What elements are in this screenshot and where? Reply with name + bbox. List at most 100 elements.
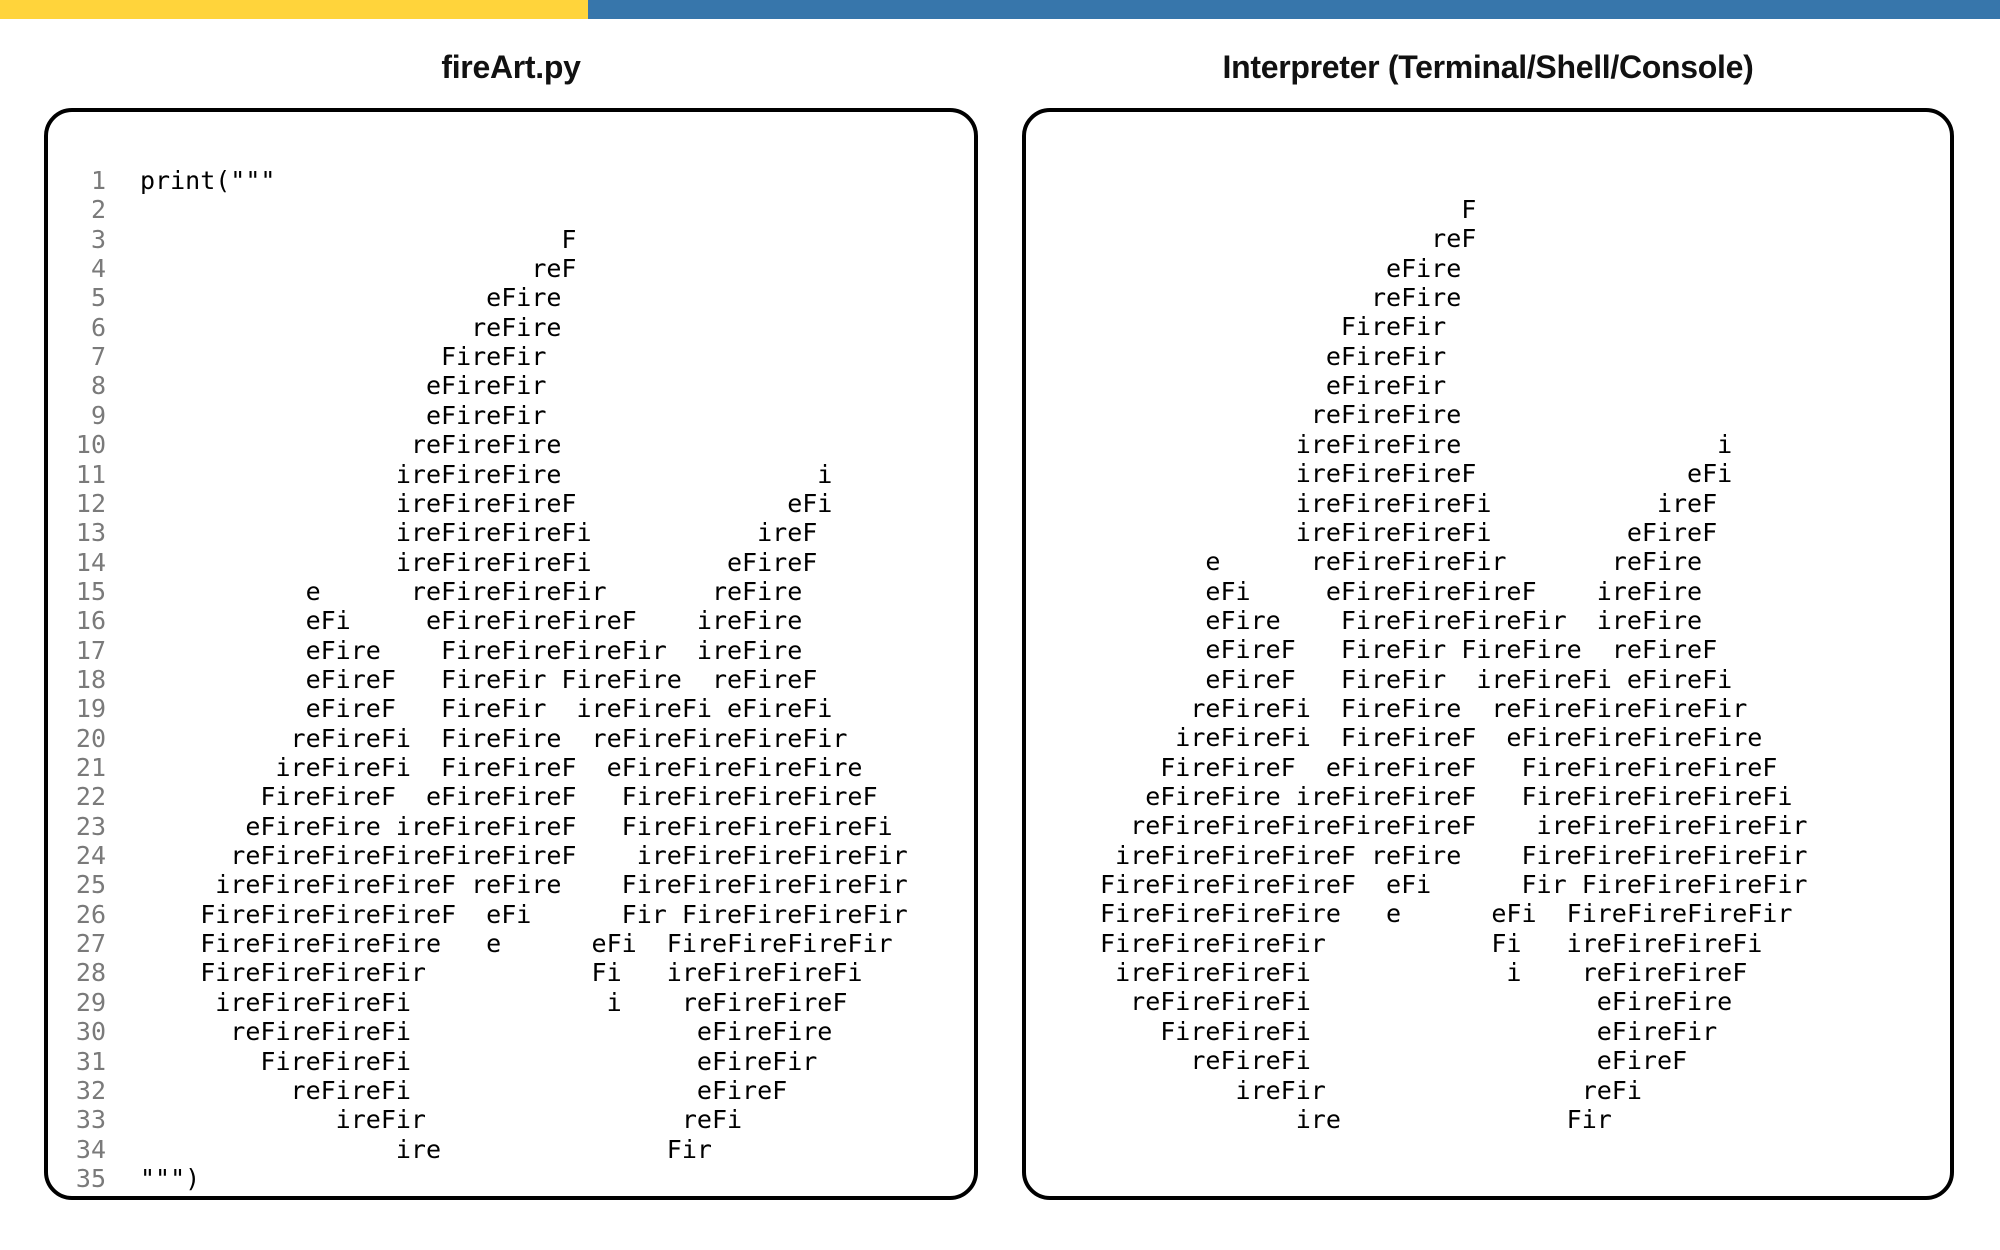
code-text: FireFireFi eFireFir (140, 1046, 818, 1076)
code-text: F (140, 224, 577, 254)
line-number: 28 (75, 958, 106, 988)
editor-line[interactable]: 19 eFireF FireFir ireFireFi eFireFi (48, 694, 974, 723)
editor-line[interactable]: 34 ire Fir (48, 1135, 974, 1164)
editor-line[interactable]: 2 (48, 195, 974, 224)
editor-line[interactable]: 29 ireFireFireFi i reFireFireF (48, 988, 974, 1017)
code-text: eFireFir (140, 371, 547, 401)
editor-line[interactable]: 3 F (48, 225, 974, 254)
code-text: FireFir (140, 342, 547, 372)
accent-bar-blue (588, 0, 2000, 19)
editor-line[interactable]: 24 reFireFireFireFireFireF ireFireFireFi… (48, 841, 974, 870)
editor-line[interactable]: 22 FireFireF eFireFireF FireFireFireFire… (48, 782, 974, 811)
console-line: reFireFireFi eFireFire (1085, 987, 1733, 1017)
editor-line[interactable]: 9 eFireFir (48, 401, 974, 430)
code-text: eFireFir (140, 400, 547, 430)
line-number: 7 (90, 342, 106, 372)
editor-line[interactable]: 30 reFireFireFi eFireFire (48, 1017, 974, 1046)
editor-line[interactable]: 28 FireFireFireFir Fi ireFireFireFi (48, 958, 974, 987)
line-number: 21 (75, 753, 106, 782)
code-text: eFire (140, 283, 562, 313)
editor-line[interactable]: 4 reF (48, 254, 974, 283)
code-text: reFireFi eFireF (140, 1075, 788, 1105)
editor-line[interactable]: 31 FireFireFi eFireFir (48, 1047, 974, 1076)
code-text: """) (140, 1163, 201, 1193)
console-line: reFireFi eFireF (1085, 1046, 1688, 1076)
editor-line[interactable]: 1 print(""" (48, 166, 974, 195)
console-line: eFire FireFireFireFir ireFire (1085, 605, 1703, 635)
console-line: ireFireFireF eFi (1085, 459, 1733, 489)
editor-line[interactable]: 35 """) (48, 1164, 974, 1193)
editor-line[interactable]: 5 eFire (48, 283, 974, 312)
code-text: FireFireF eFireFireF FireFireFireFireF (140, 782, 878, 812)
editor-line[interactable]: 26 FireFireFireFireF eFi Fir FireFireFir… (48, 900, 974, 929)
console-line: ireFir reFi (1085, 1075, 1642, 1105)
editor-line[interactable]: 32 reFireFi eFireF (48, 1076, 974, 1105)
console-line: FireFireF eFireFireF FireFireFireFireF (1085, 752, 1778, 782)
line-number: 33 (75, 1105, 106, 1135)
console-line: ire Fir (1085, 1104, 1612, 1134)
code-text: eFire FireFireFireFir ireFire (140, 635, 803, 665)
line-number: 35 (75, 1163, 106, 1193)
line-number: 12 (75, 488, 106, 518)
code-text: e reFireFireFir reFire (140, 576, 803, 606)
code-text: ireFireFireFi ireF (140, 518, 818, 548)
editor-line[interactable]: 12 ireFireFireF eFi (48, 489, 974, 518)
top-accent-bar (0, 0, 2000, 19)
console-line: reFireFi FireFire reFireFireFireFir (1085, 693, 1748, 723)
console-line: e reFireFireFir reFire (1085, 547, 1703, 577)
console-line: eFireFire ireFireFireF FireFireFireFireF… (1085, 782, 1793, 811)
editor-line[interactable]: 11 ireFireFire i (48, 460, 974, 489)
line-number: 19 (75, 694, 106, 724)
editor-line[interactable]: 23 eFireFire ireFireFireF FireFireFireFi… (48, 812, 974, 841)
code-text: ireFireFireFi i reFireFireF (140, 987, 848, 1017)
console-line: FireFireFireFir Fi ireFireFireFi (1085, 928, 1763, 958)
editor-line[interactable]: 13 ireFireFireFi ireF (48, 518, 974, 547)
code-editor-panel[interactable]: 1 print(""" 2 3 F4 reF 5 eFire 6 reFire 7 Fire… (44, 108, 978, 1200)
editor-line[interactable]: 10 reFireFire (48, 430, 974, 459)
console-line: eFireF FireFir ireFireFi eFireFi (1085, 664, 1733, 694)
line-number: 26 (75, 899, 106, 929)
console-line: FireFireFireFireF eFi Fir FireFireFireFi… (1085, 870, 1808, 900)
editor-line[interactable]: 21 ireFireFi FireFireF eFireFireFireFire (48, 753, 974, 782)
editor-line[interactable]: 33 ireFir reFi (48, 1105, 974, 1134)
code-text: eFireF FireFir FireFire reFireF (140, 664, 818, 694)
code-text: print(""" (140, 166, 276, 195)
editor-line[interactable]: 17 eFire FireFireFireFir ireFire (48, 636, 974, 665)
console-line: ireFireFireFi eFireF (1085, 517, 1718, 547)
console-line: eFi eFireFireFireF ireFire (1085, 576, 1703, 606)
editor-line[interactable]: 8 eFireFir (48, 371, 974, 400)
console-line: FireFireFi eFireFir (1085, 1016, 1718, 1046)
console-line: ireFireFire i (1085, 429, 1733, 459)
editor-title: fireArt.py (441, 49, 581, 85)
line-number: 4 (90, 254, 106, 284)
editor-line[interactable]: 20 reFireFi FireFire reFireFireFireFir (48, 724, 974, 753)
console-title: Interpreter (Terminal/Shell/Console) (1222, 49, 1754, 85)
editor-line[interactable]: 14 ireFireFireFi eFireF (48, 548, 974, 577)
editor-line[interactable]: 27 FireFireFireFire e eFi FireFireFireFi… (48, 929, 974, 958)
line-number: 3 (90, 224, 106, 254)
code-text: reFireFi FireFire reFireFireFireFir (140, 723, 848, 753)
console-line: eFireF FireFir FireFire reFireF (1085, 635, 1718, 665)
line-number: 8 (90, 371, 106, 401)
editor-line[interactable]: 15 e reFireFireFir reFire (48, 577, 974, 606)
editor-line[interactable]: 16 eFi eFireFireFireF ireFire (48, 606, 974, 635)
console-line: ireFireFireFi ireF (1085, 488, 1718, 518)
console-line: reFireFire (1085, 400, 1462, 430)
line-number: 13 (75, 518, 106, 548)
line-number: 23 (75, 811, 106, 841)
code-text: reFireFireFireFireFireF ireFireFireFireF… (140, 841, 908, 871)
line-number: 17 (75, 635, 106, 665)
editor-line[interactable]: 18 eFireF FireFir FireFire reFireF (48, 665, 974, 694)
console-line: ireFireFi FireFireF eFireFireFireFire (1085, 723, 1763, 753)
line-number: 6 (90, 312, 106, 342)
code-text: FireFireFireFir Fi ireFireFireFi (140, 958, 863, 988)
line-number: 29 (75, 987, 106, 1017)
console-panel[interactable]: F reF eFire reFire FireFir eFireFir eFir… (1022, 108, 1954, 1200)
line-number: 34 (75, 1134, 106, 1164)
editor-line[interactable]: 7 FireFir (48, 342, 974, 371)
code-text: reFireFireFi eFireFire (140, 1017, 833, 1047)
line-number: 32 (75, 1075, 106, 1105)
editor-line[interactable]: 6 reFire (48, 313, 974, 342)
editor-line[interactable]: 25 ireFireFireFireF reFire FireFireFireF… (48, 870, 974, 899)
code-text: FireFireFireFire e eFi FireFireFireFir (140, 929, 893, 959)
